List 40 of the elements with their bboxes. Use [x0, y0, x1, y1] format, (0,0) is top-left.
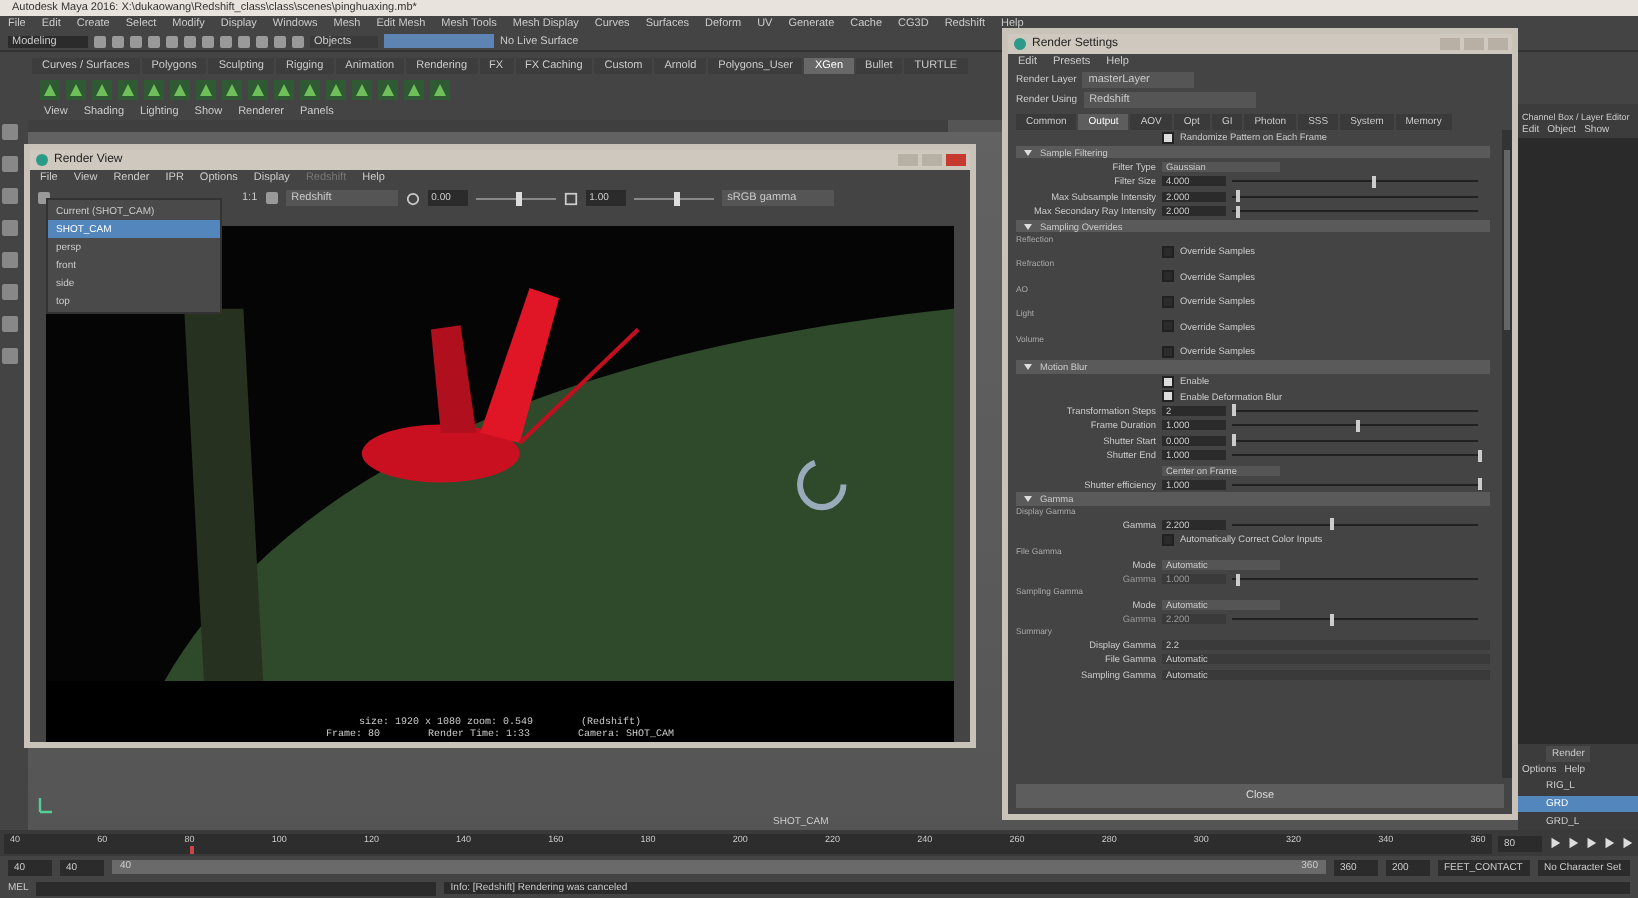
app-icon: [1014, 38, 1026, 50]
shelf-tool-icon[interactable]: [118, 80, 138, 100]
checkbox[interactable]: [1162, 375, 1174, 388]
shelf-tool-icon[interactable]: [92, 80, 112, 100]
shelf-tool-icon[interactable]: [300, 80, 320, 100]
shelf-tool-icon[interactable]: [66, 80, 86, 100]
checkbox[interactable]: [1162, 320, 1174, 333]
shelf-tool-icon[interactable]: [430, 80, 450, 100]
shelf-tool-icon[interactable]: [352, 80, 372, 100]
tool-icon[interactable]: [265, 192, 278, 204]
slider-thumb[interactable]: [1236, 190, 1241, 203]
shelf-tool-icon[interactable]: [326, 80, 346, 100]
current-frame-marker[interactable]: [190, 845, 194, 853]
shelf-tool-icon[interactable]: [170, 80, 190, 100]
app-icon: [36, 154, 48, 166]
shelf-tool-icon[interactable]: [378, 80, 398, 100]
shelf-tool-icon[interactable]: [248, 80, 268, 100]
shelf-tool-icon[interactable]: [222, 80, 242, 100]
slider-thumb[interactable]: [673, 191, 680, 205]
checkbox[interactable]: [1162, 270, 1174, 283]
command-field[interactable]: [36, 881, 437, 895]
checkbox[interactable]: [1162, 345, 1174, 358]
slider-thumb[interactable]: [1236, 205, 1241, 218]
checkbox[interactable]: [1162, 533, 1174, 546]
shelf-tool-icon[interactable]: [404, 80, 424, 100]
axis-icon: [36, 794, 56, 814]
slider-thumb[interactable]: [1330, 518, 1335, 531]
checkbox[interactable]: [1162, 131, 1174, 144]
checkbox[interactable]: [1162, 295, 1174, 308]
shelf-tool-icon[interactable]: [196, 80, 216, 100]
shelf-tool-icon[interactable]: [274, 80, 294, 100]
shelf-tool-icon[interactable]: [144, 80, 164, 100]
slider-thumb[interactable]: [515, 191, 522, 205]
slider-thumb[interactable]: [1372, 175, 1377, 188]
gamma-icon: [563, 191, 578, 205]
exposure-icon: [405, 191, 420, 205]
scrollbar[interactable]: [1502, 130, 1512, 778]
checkbox[interactable]: [1162, 390, 1174, 403]
shelf-tool-icon[interactable]: [40, 80, 60, 100]
checkbox[interactable]: [1162, 245, 1174, 258]
